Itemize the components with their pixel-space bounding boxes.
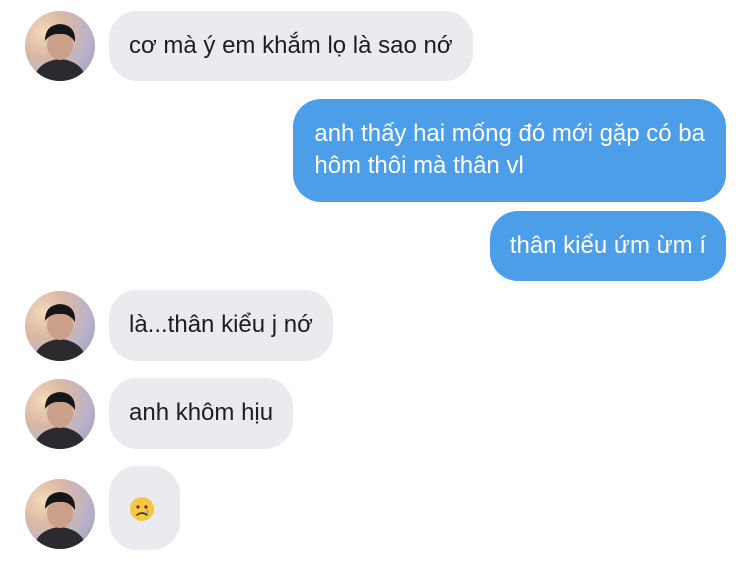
avatar[interactable] (25, 11, 95, 81)
avatar[interactable] (25, 291, 95, 361)
message-bubble-outgoing[interactable]: anh thấy hai mống đó mới gặp có ba hôm t… (293, 99, 726, 202)
message-text-line: anh thấy hai mống đó mới gặp có ba (314, 120, 705, 147)
message-text: thân kiểu ứm ừm í (509, 232, 706, 259)
message-bubble-incoming[interactable]: là...thân kiểu j nớ (109, 290, 333, 361)
chat-thread: cơ mà ý em khắm lọ là sao nớ anh thấy ha… (0, 0, 750, 575)
message-bubble-incoming[interactable]: anh khôm hịu (109, 378, 294, 449)
message-text: là...thân kiểu j nớ (129, 311, 313, 338)
message-bubble-incoming[interactable]: cơ mà ý em khắm lọ là sao nớ (109, 11, 473, 81)
crying-face-emoji-icon (129, 496, 155, 531)
message-bubble-outgoing[interactable]: thân kiểu ứm ừm í (489, 211, 726, 281)
message-text-line: hôm thôi mà thân vl (314, 152, 524, 179)
message-text: anh khôm hịu (129, 399, 274, 426)
message-text: cơ mà ý em khắm lọ là sao nớ (129, 32, 453, 59)
message-bubble-incoming[interactable] (109, 466, 180, 550)
avatar[interactable] (25, 479, 95, 549)
avatar[interactable] (25, 379, 95, 449)
